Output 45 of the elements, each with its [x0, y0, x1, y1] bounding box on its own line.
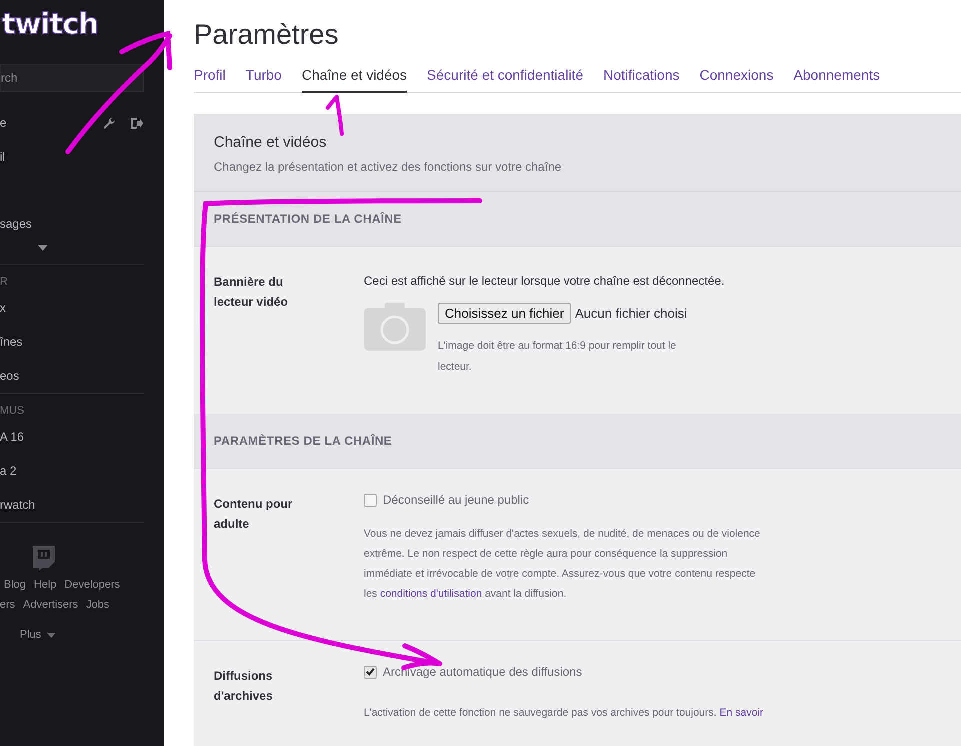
sidebar-item[interactable]: eos: [0, 369, 20, 383]
footer-link[interactable]: Blog: [4, 579, 26, 591]
setting-label: Contenu pour adulte: [214, 496, 294, 533]
sidebar-heading: MUS: [0, 404, 26, 419]
setting-label: Diffusions d'archives: [214, 668, 274, 705]
sidebar-item[interactable]: x: [0, 301, 6, 315]
footer-link[interactable]: ers: [0, 599, 16, 611]
setting-note: Vous ne devez jamais diffuser d'actes sexuels, de nudité, de menaces ou de violence extrême. Le non respect de cette règle aura pour conséquence la suppression immédiate et irrévocable de votre compte. Assurez-vous que votre contenu respecte les conditions d'utilisation avant la diffusion.: [364, 527, 762, 602]
footer-link[interactable]: Developers: [64, 579, 120, 591]
sidebar-item[interactable]: sages: [0, 217, 32, 231]
sidebar-item[interactable]: rwatch: [0, 498, 36, 512]
checkbox-label[interactable]: Déconseillé au jeune public: [383, 493, 530, 507]
sidebar-item[interactable]: e: [0, 116, 7, 130]
tab[interactable]: Sécurité et confidentialité: [427, 63, 584, 93]
panel-title: Chaîne et vidéos: [214, 134, 328, 151]
page-title: Paramètres: [194, 18, 340, 52]
sidebar-heading: R: [0, 275, 9, 290]
tab[interactable]: Abonnements: [794, 63, 880, 93]
logo[interactable]: twitch: [2, 6, 98, 42]
choose-file-button[interactable]: Choisissez un fichier: [438, 303, 572, 324]
terms-link[interactable]: conditions d'utilisation: [380, 588, 482, 600]
tab[interactable]: Turbo: [246, 63, 282, 93]
footer-link[interactable]: Help: [34, 579, 57, 591]
footer-link[interactable]: Advertisers: [23, 599, 78, 611]
setting-description: Ceci est affiché sur le lecteur lorsque votre chaîne est déconnectée.: [364, 273, 726, 290]
sidebar-item[interactable]: A 16: [0, 430, 24, 444]
tab[interactable]: Notifications: [603, 63, 680, 93]
section-title: PARAMÈTRES DE LA CHAÎNE: [214, 434, 392, 448]
hint-text: L'image doit être au format 16:9 pour remplir tout le lecteur.: [438, 339, 678, 375]
tab[interactable]: Chaîne et vidéos: [302, 63, 408, 93]
setting-note: L'activation de cette fonction ne sauvegarde pas vos archives pour toujours. En savoir: [364, 706, 764, 721]
file-status: Aucun fichier choisi: [575, 306, 688, 321]
setting-label: Bannière du lecteur vidéo: [214, 274, 290, 311]
terms-link[interactable]: En savoir: [720, 707, 764, 719]
section-title: PRÉSENTATION DE LA CHAÎNE: [214, 212, 402, 226]
sidebar-item[interactable]: a 2: [0, 464, 17, 478]
footer-link[interactable]: Jobs: [86, 599, 110, 611]
tab[interactable]: Profil: [194, 63, 226, 93]
more-link[interactable]: Plus: [20, 629, 42, 641]
sidebar-item[interactable]: il: [0, 150, 6, 164]
panel-subtitle: Changez la présentation et activez des fonctions sur votre chaîne: [214, 160, 563, 174]
tab[interactable]: Connexions: [700, 63, 774, 93]
sidebar-item[interactable]: înes: [0, 335, 23, 349]
checkbox-label[interactable]: Archivage automatique des diffusions: [383, 665, 582, 679]
search-field[interactable]: rch: [0, 64, 144, 92]
